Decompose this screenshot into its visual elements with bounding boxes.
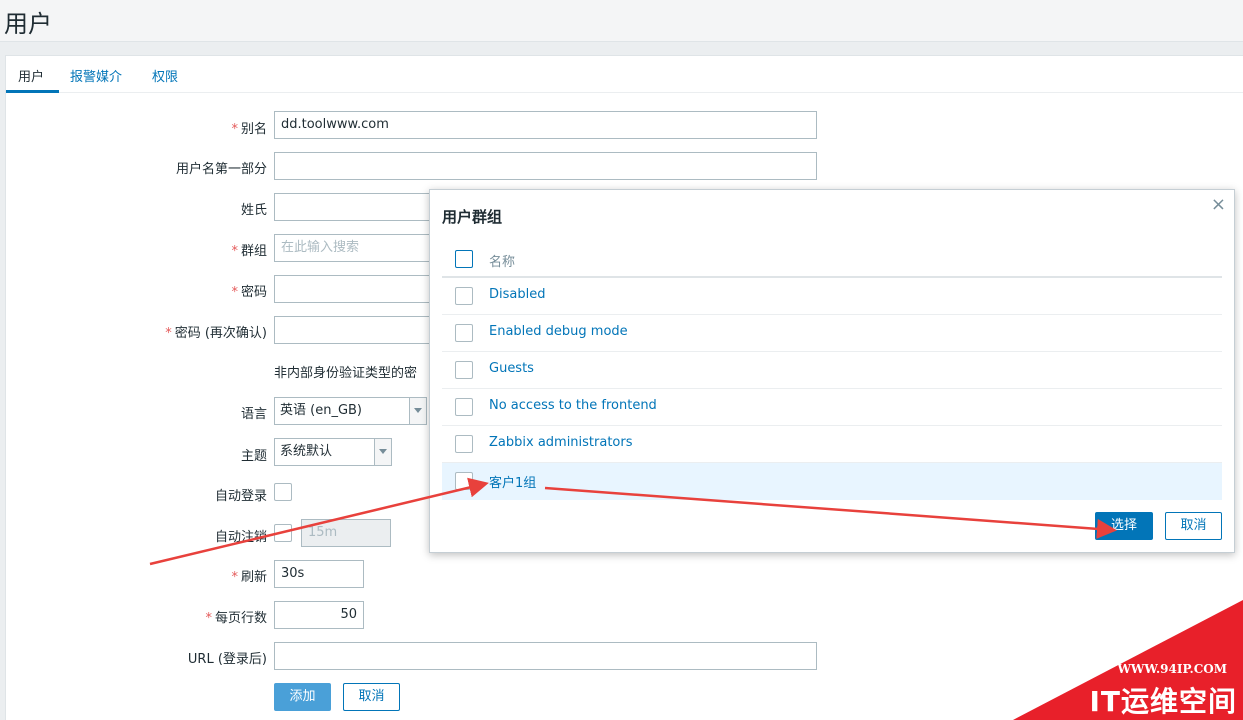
select-all-checkbox[interactable] [455, 250, 473, 268]
password-label: * 密码 [231, 285, 267, 300]
password-hint: 非内部身份验证类型的密 [274, 366, 418, 381]
alias-label: * 别名 [231, 122, 267, 137]
group-link[interactable]: No access to the frontend [489, 398, 657, 413]
required-mark: * [231, 244, 238, 259]
required-mark: * [165, 326, 172, 341]
group-link[interactable]: Disabled [489, 287, 545, 302]
select-button[interactable]: 选择 [1095, 512, 1153, 540]
rows-per-page-label: * 每页行数 [205, 611, 267, 626]
row-checkbox[interactable] [455, 435, 473, 453]
groups-label: * 群组 [231, 244, 267, 259]
row-checkbox[interactable] [455, 361, 473, 379]
required-mark: * [231, 570, 238, 585]
row-checkbox[interactable] [455, 324, 473, 342]
table-row: Disabled [442, 278, 1222, 315]
alias-input[interactable]: dd.toolwww.com [274, 111, 817, 139]
theme-label: 主题 [240, 449, 267, 464]
watermark-text: IT运维空间 [1089, 685, 1237, 718]
active-tab-indicator [6, 90, 59, 93]
tab-bar: 用户 报警媒介 权限 [6, 56, 1243, 93]
table-row: Enabled debug mode [442, 315, 1222, 352]
tab-user[interactable]: 用户 [18, 66, 44, 85]
watermark-url: WWW.94IP.COM [1117, 662, 1227, 676]
autologin-label: 自动登录 [214, 489, 267, 504]
form-cancel-button[interactable]: 取消 [343, 683, 400, 711]
column-header-name: 名称 [489, 255, 516, 270]
group-link[interactable]: Zabbix administrators [489, 435, 633, 450]
required-mark: * [231, 285, 238, 300]
page-title: 用户 [4, 10, 52, 38]
required-mark: * [231, 122, 238, 137]
url-label: URL (登录后) [187, 652, 267, 667]
autologout-input: 15m [301, 519, 391, 547]
row-checkbox[interactable] [455, 398, 473, 416]
refresh-label: * 刷新 [231, 570, 267, 585]
row-checkbox[interactable] [455, 287, 473, 305]
name-label: 用户名第一部分 [175, 162, 267, 177]
autologin-checkbox[interactable] [274, 483, 292, 501]
refresh-input[interactable]: 30s [274, 560, 364, 588]
rows-per-page-input[interactable]: 50 [274, 601, 364, 629]
tab-media[interactable]: 报警媒介 [70, 66, 122, 85]
group-link[interactable]: 客户1组 [489, 472, 536, 491]
chevron-down-icon [409, 398, 426, 424]
chevron-down-icon [374, 439, 391, 465]
modal-cancel-button[interactable]: 取消 [1165, 512, 1222, 540]
autologout-label: 自动注销 [214, 530, 267, 545]
table-header: 名称 [442, 240, 1222, 278]
language-value: 英语 (en_GB) [280, 403, 363, 418]
page-header: 用户 [0, 0, 1243, 42]
theme-value: 系统默认 [280, 444, 333, 459]
tab-permissions[interactable]: 权限 [152, 66, 178, 85]
table-row: Guests [442, 352, 1222, 389]
group-link[interactable]: Enabled debug mode [489, 324, 628, 339]
add-button[interactable]: 添加 [274, 683, 331, 711]
table-row: No access to the frontend [442, 389, 1222, 426]
close-icon[interactable]: × [1211, 194, 1226, 215]
table-row-highlighted: 客户1组 [442, 463, 1222, 500]
password-confirm-label: * 密码 (再次确认) [165, 326, 267, 341]
autologout-checkbox[interactable] [274, 524, 292, 542]
row-checkbox[interactable] [455, 472, 473, 490]
modal-title: 用户群组 [442, 208, 503, 226]
table-row: Zabbix administrators [442, 426, 1222, 463]
language-select[interactable]: 英语 (en_GB) [274, 397, 427, 425]
user-groups-modal: 用户群组 × 名称 Disabled Enabled debug mode Gu… [429, 189, 1235, 553]
name-input[interactable] [274, 152, 817, 180]
url-input[interactable] [274, 642, 817, 670]
group-link[interactable]: Guests [489, 361, 534, 376]
language-label: 语言 [240, 407, 267, 422]
required-mark: * [205, 611, 212, 626]
theme-select[interactable]: 系统默认 [274, 438, 392, 466]
watermark: WWW.94IP.COM IT运维空间 [1013, 600, 1243, 720]
groups-table: 名称 Disabled Enabled debug mode Guests No… [442, 240, 1222, 500]
surname-label: 姓氏 [240, 203, 267, 218]
